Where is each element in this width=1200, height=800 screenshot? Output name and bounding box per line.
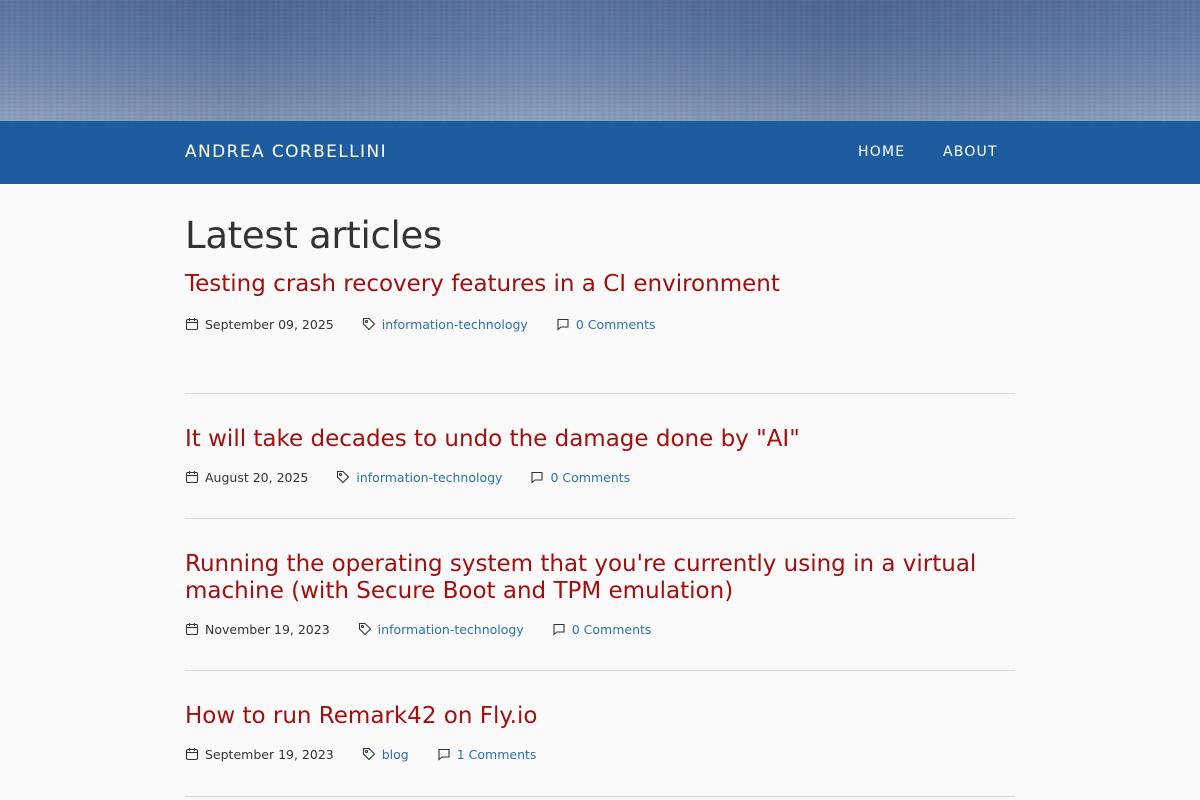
tag-icon xyxy=(358,622,371,636)
article-item: How to run Remark42 on Fly.io September … xyxy=(185,671,1015,797)
comment-icon xyxy=(557,318,569,331)
tag-icon xyxy=(362,747,376,761)
article-comments-link[interactable]: 1 Comments xyxy=(457,747,537,762)
article-title-link[interactable]: How to run Remark42 on Fly.io xyxy=(185,703,1015,730)
article-date: September 19, 2023 xyxy=(185,747,334,762)
calendar-icon xyxy=(185,748,199,761)
article-comments-link[interactable]: 0 Comments xyxy=(550,470,630,485)
article-meta: November 19, 2023 information-technology… xyxy=(185,619,1015,639)
article-comments: 0 Comments xyxy=(552,622,652,637)
tag-icon xyxy=(337,470,350,484)
article-tag: information-technology xyxy=(358,622,524,637)
nav-about-link[interactable]: ABOUT xyxy=(943,121,998,184)
article-comments: 0 Comments xyxy=(556,317,656,332)
article-meta: September 09, 2025 information-technolog… xyxy=(185,314,1015,334)
article-date: August 20, 2025 xyxy=(185,470,308,485)
article-title-link[interactable]: It will take decades to undo the damage … xyxy=(185,426,1015,453)
article-item: It will take decades to undo the damage … xyxy=(185,394,1015,519)
article-comments-link[interactable]: 0 Comments xyxy=(576,317,656,332)
calendar-icon xyxy=(185,471,199,484)
article-comments-link[interactable]: 0 Comments xyxy=(572,622,652,637)
article-tag-link[interactable]: blog xyxy=(382,747,409,762)
article-date: September 09, 2025 xyxy=(185,317,334,332)
article-date: November 19, 2023 xyxy=(185,622,330,637)
main-content: Latest articles Testing crash recovery f… xyxy=(185,184,1015,797)
article-item: Running the operating system that you're… xyxy=(185,519,1015,671)
article-meta: September 19, 2023 blog 1 Comments xyxy=(185,744,1015,764)
nav-home-link[interactable]: HOME xyxy=(858,121,905,184)
article-tag-link[interactable]: information-technology xyxy=(356,470,502,485)
article-comments: 0 Comments xyxy=(530,470,630,485)
site-brand-link[interactable]: ANDREA CORBELLINI xyxy=(185,121,387,184)
calendar-icon xyxy=(185,318,199,331)
top-navbar: ANDREA CORBELLINI HOME ABOUT xyxy=(0,121,1200,184)
calendar-icon xyxy=(185,623,199,636)
article-title-link[interactable]: Running the operating system that you're… xyxy=(185,551,985,605)
article-date-text: August 20, 2025 xyxy=(205,469,309,485)
article-meta: August 20, 2025 information-technology 0… xyxy=(185,467,1015,487)
tag-icon xyxy=(362,317,376,331)
article-date-text: September 19, 2023 xyxy=(205,746,334,762)
article-tag: information-technology xyxy=(362,317,528,332)
article-title-link[interactable]: Testing crash recovery features in a CI … xyxy=(185,271,1015,298)
article-tag: blog xyxy=(362,747,409,762)
comment-icon xyxy=(553,623,565,636)
header-banner-image xyxy=(0,0,1200,121)
article-tag: information-technology xyxy=(336,470,502,485)
article-date-text: November 19, 2023 xyxy=(205,621,330,637)
comment-icon xyxy=(531,471,544,484)
article-date-text: September 09, 2025 xyxy=(205,316,334,332)
comment-icon xyxy=(438,748,450,761)
article-comments: 1 Comments xyxy=(437,747,537,762)
page-title: Latest articles xyxy=(185,214,442,257)
article-tag-link[interactable]: information-technology xyxy=(382,317,528,332)
article-item: Testing crash recovery features in a CI … xyxy=(185,258,1015,394)
article-tag-link[interactable]: information-technology xyxy=(378,622,524,637)
